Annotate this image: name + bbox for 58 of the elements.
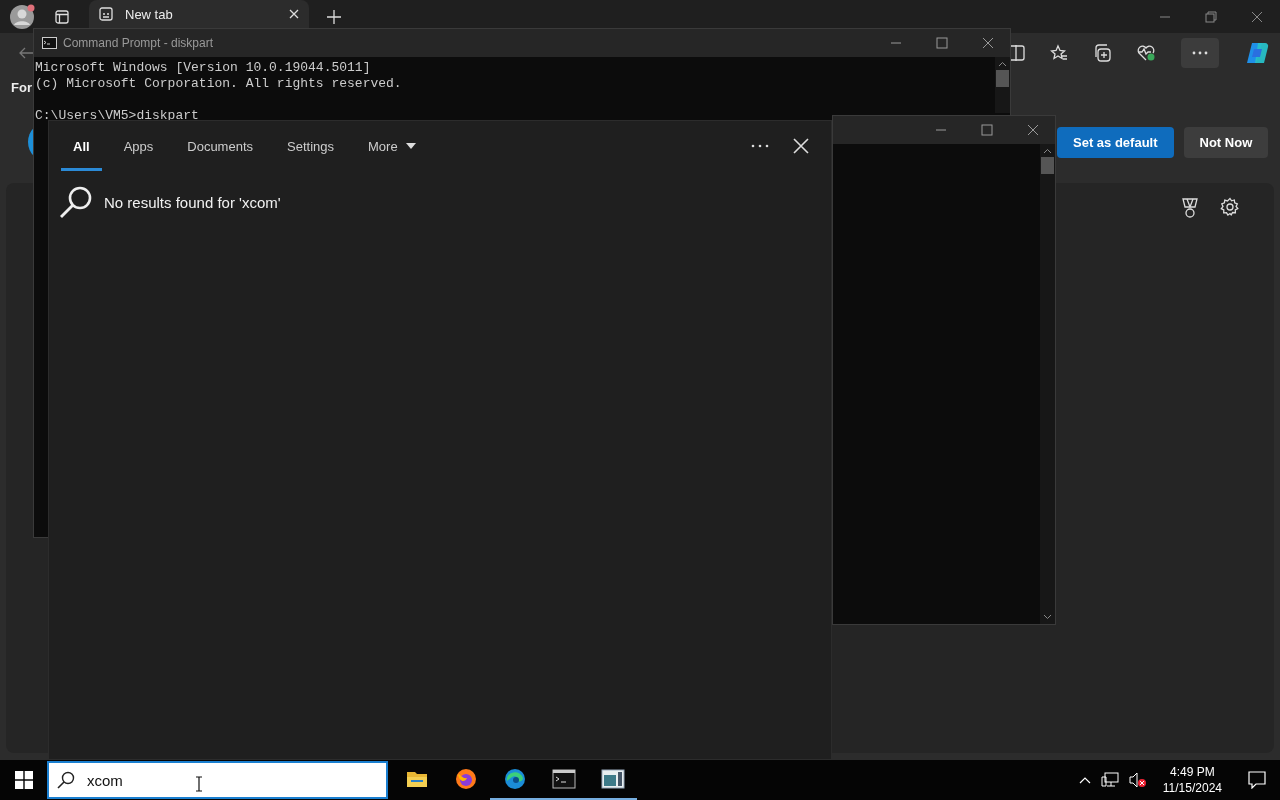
terminal-icon (551, 767, 576, 791)
filter-tab[interactable]: More (356, 121, 428, 171)
app-window-icon (600, 767, 625, 791)
console-icon (42, 37, 57, 49)
new-tab-icon[interactable] (327, 9, 341, 24)
back-arrow-icon[interactable] (18, 45, 34, 61)
scroll-thumb[interactable] (1041, 157, 1054, 174)
scroll-thumb[interactable] (996, 70, 1009, 87)
search-icon (59, 185, 93, 219)
network-icon[interactable] (1100, 772, 1119, 788)
wave-globe-icon (502, 767, 527, 791)
search-icon (57, 771, 75, 789)
tab-title: New tab (125, 6, 174, 22)
chevron-up-icon[interactable] (1078, 776, 1091, 784)
close-icon[interactable] (982, 37, 994, 49)
start-icon[interactable] (15, 771, 33, 789)
search-input[interactable]: xcom (87, 771, 177, 789)
tab-actions-icon[interactable] (55, 9, 69, 24)
console-line: Microsoft Windows [Version 10.0.19044.5011] (35, 60, 372, 76)
clock-date[interactable]: 11/15/2024 (1162, 780, 1222, 796)
ellipsis-icon (1192, 51, 1208, 55)
trophy-icon[interactable] (1180, 197, 1200, 219)
speaker-muted-icon[interactable] (1128, 772, 1147, 788)
filter-tab[interactable]: All (61, 121, 102, 171)
set-default-button[interactable]: Set as default (1057, 127, 1174, 158)
text-cursor-icon (195, 776, 203, 792)
search-bar[interactable]: xcom (47, 761, 388, 799)
browser-tab[interactable]: New tab (89, 0, 309, 28)
heart-pulse-icon[interactable] (1136, 44, 1156, 62)
scroll-down-icon[interactable] (1043, 614, 1052, 620)
no-results-message: No results found for 'xcom' (104, 193, 281, 211)
filter-tab[interactable]: Apps (111, 121, 166, 171)
maximize-icon[interactable] (936, 37, 948, 49)
console-line: C:\Users\VM5>diskpart (35, 108, 200, 124)
collections-icon[interactable] (1093, 44, 1111, 62)
console-line: (c) Microsoft Corporation. All rights reserved. (35, 76, 403, 92)
side-label: For (11, 80, 32, 95)
caret-icon (405, 143, 416, 149)
maximize-icon[interactable] (981, 124, 993, 136)
clock-time[interactable]: 4:49 PM (1170, 764, 1215, 780)
filter-tab[interactable]: Settings (275, 121, 346, 171)
notification-icon[interactable] (1248, 771, 1266, 789)
scroll-up-icon[interactable] (1043, 148, 1052, 154)
scrollbar[interactable] (1040, 144, 1055, 624)
copilot-icon[interactable] (1244, 41, 1270, 65)
scrollbar[interactable] (995, 57, 1010, 113)
close-icon[interactable] (1027, 124, 1039, 136)
tab-page-icon (99, 7, 113, 21)
fox-globe-icon (453, 767, 478, 791)
ellipsis-icon[interactable] (751, 144, 769, 148)
settings-icon[interactable] (1220, 197, 1240, 217)
dismiss-button[interactable]: Not Now (1183, 127, 1269, 158)
scroll-up-icon[interactable] (998, 61, 1007, 67)
restore-icon[interactable] (1205, 10, 1217, 23)
star-list-icon[interactable] (1050, 44, 1068, 62)
window-title: Command Prompt - diskpart (63, 36, 214, 50)
profile-icon[interactable] (9, 3, 35, 30)
filter-tab[interactable]: Documents (175, 121, 265, 171)
